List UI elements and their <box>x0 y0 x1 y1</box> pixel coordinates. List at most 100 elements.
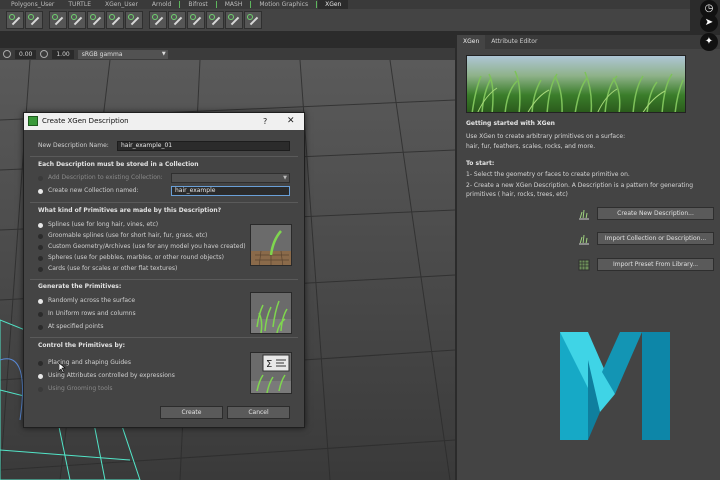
create-new-radio[interactable] <box>38 189 43 194</box>
groomable-splines-radio[interactable] <box>38 234 43 239</box>
expressions-preview-image: Σ <box>250 352 292 394</box>
panel-step2-line2: primitives ( hair, rocks, trees, etc) <box>466 191 568 198</box>
collection-heading: Each Description must be stored in a Col… <box>38 161 199 168</box>
panel-step2-line1: 2- Create a new XGen Description. A Desc… <box>466 182 694 189</box>
panel-to-start: To start: <box>466 160 495 167</box>
guides-radio[interactable] <box>38 361 43 366</box>
tab-attribute-editor[interactable]: Attribute Editor <box>485 35 543 49</box>
expressions-radio[interactable] <box>38 374 43 379</box>
panel-intro-line1: Use XGen to create arbitrary primitives … <box>466 133 626 140</box>
mouse-cursor-icon <box>59 363 66 373</box>
share-icon[interactable]: ➤ <box>700 14 718 32</box>
cards-label: Cards (use for scales or other flat text… <box>48 265 178 272</box>
xgen-groom-density-icon[interactable] <box>149 11 167 29</box>
dialog-titlebar[interactable]: Create XGen Description ? ✕ <box>24 113 304 130</box>
random-label: Randomly across the surface <box>48 297 136 304</box>
shelf-tab-arnold[interactable]: Arnold <box>145 0 178 9</box>
custom-geometry-label: Custom Geometry/Archives (use for any mo… <box>48 243 246 250</box>
xgen-bend-guide-icon[interactable] <box>106 11 124 29</box>
xgen-rebuild-guide-icon[interactable] <box>125 11 143 29</box>
uniform-radio[interactable] <box>38 312 43 317</box>
shelf-tab-bar: Polygons_User TURTLE XGen_User Arnold Bi… <box>0 0 690 9</box>
shelf-tab-xgen[interactable]: XGen <box>318 0 349 9</box>
xgen-sculpt-guide-icon[interactable] <box>68 11 86 29</box>
grooming-radio[interactable] <box>38 387 43 392</box>
existing-collection-dropdown[interactable] <box>171 173 290 183</box>
import-preset-button[interactable]: Import Preset From Library... <box>597 258 714 271</box>
generate-heading: Generate the Primitives: <box>38 283 122 290</box>
help-icon[interactable]: ? <box>263 113 267 130</box>
shelf-tab-xgen-user[interactable]: XGen_User <box>98 0 145 9</box>
xgen-description-icon[interactable] <box>6 11 24 29</box>
panel-step1: 1- Select the geometry or faces to creat… <box>466 171 630 178</box>
create-description-icon <box>579 209 589 220</box>
panel-intro-line2: hair, fur, feathers, scales, rocks, and … <box>466 143 596 150</box>
shelf-separator <box>250 1 252 8</box>
description-name-field[interactable]: hair_example_01 <box>117 141 290 151</box>
import-collection-button[interactable]: Import Collection or Description... <box>597 232 714 245</box>
xgen-app-icon <box>28 116 38 126</box>
exposure-field[interactable]: 0.00 <box>15 49 37 59</box>
splines-radio[interactable] <box>38 223 43 228</box>
xgen-guide-length-icon[interactable] <box>87 11 105 29</box>
primitives-heading: What kind of Primitives are made by this… <box>38 207 222 214</box>
shelf-tab-bifrost[interactable]: Bifrost <box>181 0 214 9</box>
description-name-label: New Description Name: <box>38 142 109 149</box>
import-collection-icon <box>579 234 589 245</box>
panel-heading: Getting started with XGen <box>466 120 555 127</box>
splines-preview-image <box>250 224 292 266</box>
specified-points-label: At specified points <box>48 323 104 330</box>
xgen-banner-image <box>466 55 686 113</box>
collection-name-field[interactable]: hair_example <box>171 186 290 196</box>
add-existing-radio[interactable] <box>38 176 43 181</box>
xgen-editor-icon[interactable] <box>25 11 43 29</box>
viewport-toolbar: 0.00 1.00 sRGB gamma <box>0 48 455 60</box>
shelf-tab-motion-graphics[interactable]: Motion Graphics <box>252 0 315 9</box>
close-icon[interactable]: ✕ <box>287 113 295 130</box>
specified-points-radio[interactable] <box>38 325 43 330</box>
color-space-select[interactable]: sRGB gamma <box>77 49 168 59</box>
splines-label: Splines (use for long hair, vines, etc) <box>48 221 159 228</box>
create-button[interactable]: Create <box>160 406 223 419</box>
create-new-label: Create new Collection named: <box>48 187 139 194</box>
shelf-tab-polygons-user[interactable]: Polygons_User <box>4 0 61 9</box>
random-generation-preview-image <box>250 292 292 334</box>
xgen-groom-noise-icon[interactable] <box>244 11 262 29</box>
shelf-separator <box>179 1 181 8</box>
shelf-separator <box>215 1 217 8</box>
uniform-label: In Uniform rows and columns <box>48 310 136 317</box>
divider <box>30 337 298 338</box>
gamma-field[interactable]: 1.00 <box>52 49 74 59</box>
spheres-label: Spheres (use for pebbles, marbles, or ot… <box>48 254 224 261</box>
dialog-title: Create XGen Description <box>42 117 129 125</box>
sparkle-icon[interactable]: ✦ <box>700 33 718 51</box>
random-radio[interactable] <box>38 299 43 304</box>
control-heading: Control the Primitives by: <box>38 342 126 349</box>
panel-tab-bar: XGen Attribute Editor <box>457 35 720 49</box>
xgen-groom-smooth-icon[interactable] <box>206 11 224 29</box>
custom-geometry-radio[interactable] <box>38 245 43 250</box>
spheres-radio[interactable] <box>38 256 43 261</box>
divider <box>30 279 298 280</box>
add-existing-label: Add Description to existing Collection: <box>48 174 163 181</box>
maya-logo <box>560 332 670 440</box>
svg-text:Σ: Σ <box>266 359 272 370</box>
tab-xgen[interactable]: XGen <box>457 35 486 49</box>
expressions-label: Using Attributes controlled by expressio… <box>48 372 175 379</box>
cards-radio[interactable] <box>38 267 43 272</box>
xgen-groom-clump-icon[interactable] <box>225 11 243 29</box>
shelf-separator <box>316 1 318 8</box>
create-new-description-button[interactable]: Create New Description... <box>597 207 714 220</box>
gamma-icon[interactable] <box>40 50 49 58</box>
shelf-tab-mash[interactable]: MASH <box>218 0 250 9</box>
xgen-place-guide-icon[interactable] <box>49 11 67 29</box>
exposure-icon[interactable] <box>3 50 11 58</box>
xgen-groom-cut-icon[interactable] <box>187 11 205 29</box>
grooming-label: Using Grooming tools <box>48 385 113 392</box>
xgen-groom-comb-icon[interactable] <box>168 11 186 29</box>
cancel-button[interactable]: Cancel <box>227 406 290 419</box>
shelf-tab-turtle[interactable]: TURTLE <box>61 0 98 9</box>
shelf-icon-row <box>0 9 690 31</box>
divider <box>30 156 298 157</box>
preset-library-icon <box>578 259 590 271</box>
